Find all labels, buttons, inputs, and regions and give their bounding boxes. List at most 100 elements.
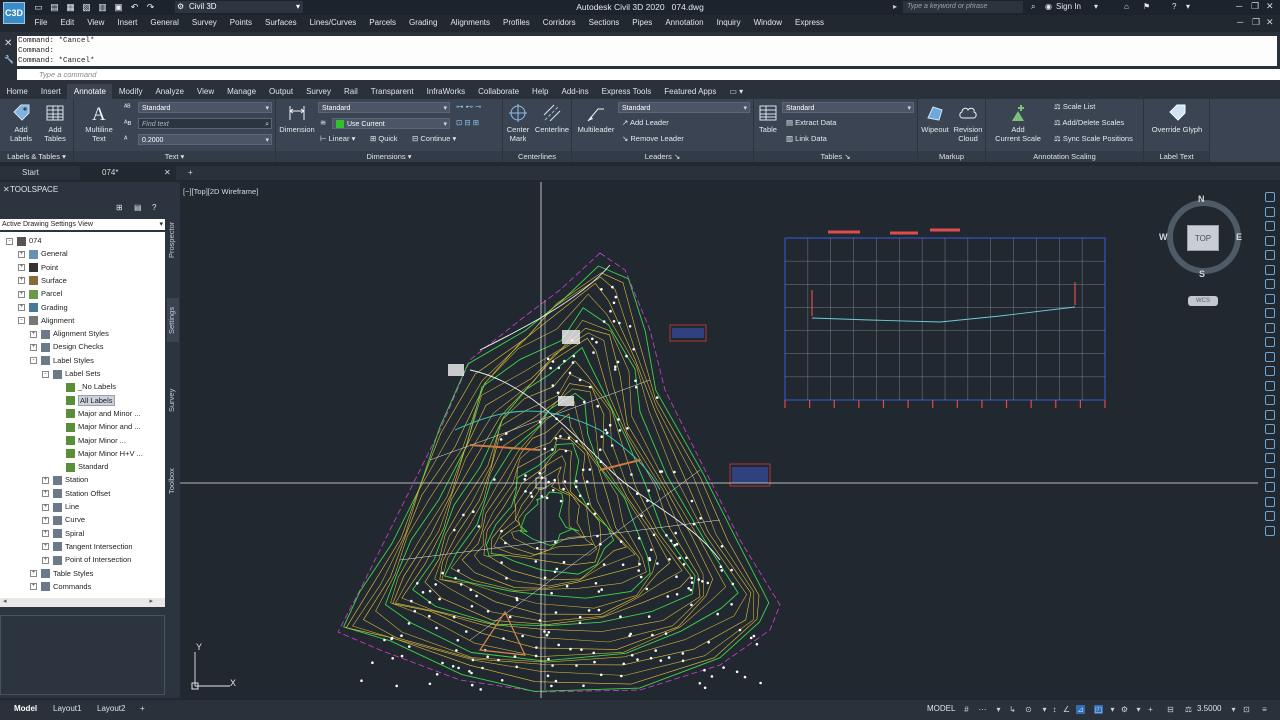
annotation-scale-icon[interactable]: ⚖ xyxy=(1184,705,1193,714)
nav-tool-icon[interactable] xyxy=(1265,250,1275,260)
menu-pipes[interactable]: Pipes xyxy=(626,16,659,30)
expand-icon[interactable]: + xyxy=(42,476,49,484)
add-layout-icon[interactable]: + xyxy=(140,704,145,713)
doc-minimize-icon[interactable]: ─ xyxy=(1237,17,1243,27)
tree-item[interactable]: + General xyxy=(18,247,68,260)
leader-style-select[interactable]: Standard ▾ xyxy=(618,102,750,113)
tab-survey[interactable]: Survey xyxy=(167,382,179,418)
add-tables-button[interactable]: Add Tables xyxy=(40,103,70,143)
menu-insert[interactable]: Insert xyxy=(111,16,144,30)
tree-item[interactable]: - Alignment xyxy=(18,314,74,327)
nav-tool-icon[interactable] xyxy=(1265,221,1275,231)
center-mark-button[interactable]: Center Mark xyxy=(505,103,531,143)
collapse-icon[interactable]: - xyxy=(6,237,13,245)
gear-dropdown-icon[interactable]: ▾ xyxy=(1134,705,1143,714)
table-button[interactable]: Table xyxy=(756,103,780,134)
nav-tool-icon[interactable] xyxy=(1265,380,1275,391)
collapse-icon[interactable]: - xyxy=(42,370,49,378)
tree-horizontal-scrollbar[interactable]: ◂ ▸ xyxy=(0,598,165,607)
nav-tool-icon[interactable] xyxy=(1265,482,1275,492)
dim-layer-select[interactable]: Use Current ▾ xyxy=(332,118,450,129)
table-style-select[interactable]: Standard ▾ xyxy=(782,102,914,113)
expand-icon[interactable]: + xyxy=(30,570,37,578)
tab-layout1[interactable]: Layout1 xyxy=(53,704,81,713)
tree-item[interactable]: + Point xyxy=(18,261,58,274)
ribbon-tab-add-ins[interactable]: Add-ins xyxy=(555,84,595,99)
annotation-scale-value[interactable]: 3.5000 xyxy=(1197,704,1221,713)
ribbon-tab-annotate[interactable]: Annotate xyxy=(67,84,113,99)
tab-prospector[interactable]: Prospector xyxy=(167,215,179,265)
compass-east[interactable]: E xyxy=(1236,232,1242,242)
snap-icon[interactable]: ⋯ xyxy=(978,705,987,714)
ribbon-tab-view[interactable]: View xyxy=(190,84,220,99)
expand-icon[interactable]: + xyxy=(18,304,25,312)
new-tab-icon[interactable]: + xyxy=(184,166,193,180)
nav-tool-icon[interactable] xyxy=(1265,395,1275,405)
tree-item[interactable]: + Surface xyxy=(18,274,67,287)
ribbon-tab-rail[interactable]: Rail xyxy=(337,84,364,99)
tree-item[interactable]: + Spiral xyxy=(42,527,84,540)
help-dropdown-icon[interactable]: ▾ xyxy=(1186,2,1190,11)
tree-item[interactable]: + Parcel xyxy=(18,287,62,300)
toolspace-tree-icon[interactable]: ⊞ xyxy=(116,203,126,212)
drawing-viewport[interactable]: YX xyxy=(180,182,1260,698)
menu-surfaces[interactable]: Surfaces xyxy=(259,16,304,30)
polar-dropdown-icon[interactable]: ▾ xyxy=(1040,705,1049,714)
nav-tool-icon[interactable] xyxy=(1265,467,1275,478)
tree-item[interactable]: + Point of Intersection xyxy=(42,553,131,566)
scale-list-button[interactable]: ⚖ Scale List xyxy=(1054,102,1095,112)
nav-tool-icon[interactable] xyxy=(1265,525,1275,536)
menu-sections[interactable]: Sections xyxy=(582,16,626,30)
annotation-monitor-icon[interactable]: ▾ xyxy=(1108,705,1117,714)
viewport-controls-label[interactable]: [−][Top][2D Wireframe] xyxy=(183,187,258,196)
toolspace-help-icon[interactable]: ? xyxy=(152,203,162,212)
quick-button[interactable]: ⊞ Quick xyxy=(370,134,398,144)
menu-inquiry[interactable]: Inquiry xyxy=(710,16,747,30)
linear-button[interactable]: ⊢ Linear ▾ xyxy=(320,134,355,144)
nav-tool-icon[interactable] xyxy=(1265,264,1275,275)
tree-item[interactable]: + Line xyxy=(42,500,79,513)
tree-item[interactable]: Major Minor ... xyxy=(54,434,126,447)
tree-item[interactable]: Standard xyxy=(54,460,108,473)
tab-074[interactable]: 074* ✕ xyxy=(80,166,176,180)
tree-item[interactable]: Major and Minor ... xyxy=(54,407,141,420)
link-data-button[interactable]: ▥ Link Data xyxy=(786,134,827,144)
multiline-text-button[interactable]: A Multiline Text xyxy=(79,103,119,143)
multileader-button[interactable]: Multileader xyxy=(574,103,618,134)
customization-icon[interactable]: ≡ xyxy=(1260,705,1269,714)
ribbon-tab-manage[interactable]: Manage xyxy=(221,84,263,99)
clean-screen-icon[interactable]: ⊡ xyxy=(1242,705,1251,714)
menu-survey[interactable]: Survey xyxy=(185,16,223,30)
nav-tool-icon[interactable] xyxy=(1265,192,1275,202)
model-space-toggle[interactable]: MODEL xyxy=(927,704,955,713)
command-close-icon[interactable]: ✕ xyxy=(4,38,12,49)
nav-tool-icon[interactable] xyxy=(1265,293,1275,304)
expand-icon[interactable]: + xyxy=(18,277,25,285)
menu-lines-curves[interactable]: Lines/Curves xyxy=(303,16,363,30)
nav-tool-icon[interactable] xyxy=(1265,337,1275,347)
add-leader-button[interactable]: ↗ Add Leader xyxy=(622,118,669,128)
tree-item[interactable]: + Alignment Styles xyxy=(30,327,109,340)
menu-express[interactable]: Express xyxy=(789,16,831,30)
tree-item[interactable]: + Grading xyxy=(18,301,68,314)
nav-tool-icon[interactable] xyxy=(1265,322,1275,333)
expand-icon[interactable]: + xyxy=(18,264,25,272)
nav-tool-icon[interactable] xyxy=(1265,409,1275,420)
site-plan-drawing[interactable]: YX xyxy=(180,182,1260,698)
object-snap-tracking-icon[interactable]: ∠ xyxy=(1062,705,1071,714)
ribbon-tab-featured-apps[interactable]: Featured Apps xyxy=(658,84,723,99)
tree-item[interactable]: + Station xyxy=(42,473,88,486)
nav-tool-icon[interactable] xyxy=(1265,279,1275,289)
expand-icon[interactable]: + xyxy=(30,343,37,351)
revision-cloud-button[interactable]: Revision Cloud xyxy=(952,103,984,143)
text-footer[interactable]: Text ▾ xyxy=(74,151,275,162)
tree-item[interactable]: + Station Offset xyxy=(42,487,110,500)
expand-icon[interactable]: + xyxy=(42,543,49,551)
ribbon-tab-analyze[interactable]: Analyze xyxy=(149,84,190,99)
isodraft-icon[interactable]: ↕ xyxy=(1050,705,1059,714)
tree-item[interactable]: - 074 xyxy=(6,234,42,247)
settings-gear-icon[interactable]: ⚙ xyxy=(1120,705,1129,714)
menu-file[interactable]: File xyxy=(28,16,54,30)
tree-item[interactable]: Major Minor and ... xyxy=(54,420,141,433)
restore-icon[interactable]: ❐ xyxy=(1251,1,1259,12)
